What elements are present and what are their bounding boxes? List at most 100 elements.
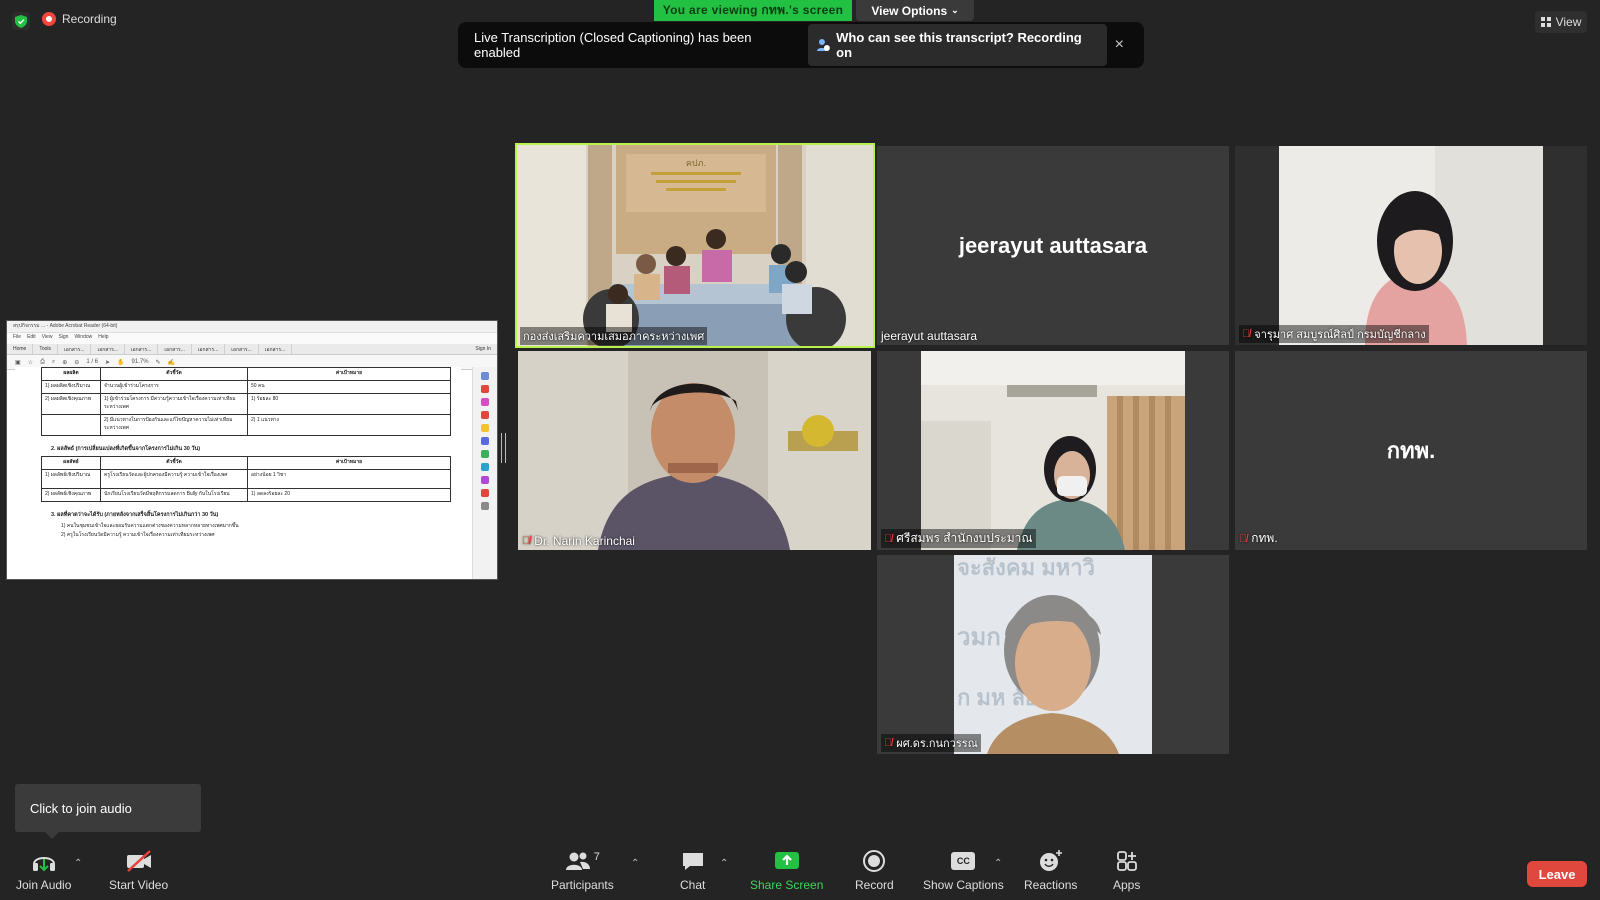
video-tile-narin[interactable]: 🎙̸ Dr. Narin Karinchai [518,351,871,550]
doc-menu-item[interactable]: Window [74,334,92,343]
participant-name-label: 🎙̸ Dr. Narin Karinchai [522,534,635,548]
record-icon [862,848,886,874]
transcript-visibility-link[interactable]: Who can see this transcript? Recording o… [808,24,1107,66]
video-tile-jeerayut[interactable]: jeerayut auttasara jeerayut auttasara [877,146,1229,345]
hand-icon[interactable]: ✋ [117,359,124,366]
participant-video [877,351,1229,550]
sign-icon[interactable]: ✍ [168,359,175,366]
show-captions-label: Show Captions [923,878,1004,892]
doc-menu-item[interactable]: Sign [58,334,68,343]
page-up-icon[interactable]: ⊕ [62,359,67,366]
leave-button[interactable]: Leave [1527,861,1587,887]
start-video-button[interactable]: Start Video [109,848,168,892]
doc-tab[interactable]: เอกสาร... [192,344,226,354]
page-down-icon[interactable]: ⊖ [74,359,79,366]
table-cell: จำนวนผู้เข้าร่วมโครงการ [100,380,248,394]
table-cell: 2) 1 แนวทาง [247,414,451,436]
doc-menu-item[interactable]: Edit [27,334,36,343]
participants-button[interactable]: 7 Participants [551,848,614,892]
doc-tab[interactable]: เอกสาร... [225,344,259,354]
participants-caret-icon[interactable]: ⌃ [631,858,639,869]
doc-tab-bar: Home Tools เอกสาร... เอกสาร... เอกสาร...… [7,344,497,355]
doc-menu-item[interactable]: File [13,334,21,343]
doc-tab[interactable]: เอกสาร... [125,344,159,354]
doc-tab[interactable]: Tools [33,344,59,354]
grid-icon [1540,17,1551,27]
record-button[interactable]: Record [855,848,894,892]
doc-menu-bar: File Edit View Sign Window Help [7,333,497,344]
video-tile-srisomporn[interactable]: 🎙̸ ศรีสมพร สำนักงบประมาณ [877,351,1229,550]
share-screen-button[interactable]: Share Screen [750,848,823,892]
doc-tab-sign-in[interactable]: Sign In [469,344,497,354]
audio-options-caret-icon[interactable]: ⌃ [74,858,82,869]
protect-icon[interactable] [481,489,489,497]
doc-menu-item[interactable]: Help [98,334,108,343]
doc-tab[interactable]: Home [7,344,34,354]
doc-tab[interactable]: เอกสาร... [58,344,92,354]
organize-icon[interactable] [481,450,489,458]
headphones-icon [31,848,57,874]
close-icon[interactable]: × [1107,36,1132,54]
combine-icon[interactable] [481,437,489,445]
doc-page: ผลผลิต ตัวชี้วัด ค่าเป้าหมาย 1) ผลผลิตเช… [15,367,461,579]
table-row: 1) ผลลัพธ์เชิงปริมาณ ครูโรงเรียนวัดและผู… [41,469,451,489]
edit-pdf-icon[interactable] [481,398,489,406]
output-table: ผลผลิต ตัวชี้วัด ค่าเป้าหมาย 1) ผลผลิตเช… [41,367,451,436]
save-icon[interactable]: ▣ [15,359,21,366]
video-tile-kanokwan[interactable]: จะสังคม มหาวิ วมก ก มห ลัย 🎙̸ ผศ.ดร.กนกว… [877,555,1229,754]
show-captions-button[interactable]: CC Show Captions [923,848,1004,892]
join-audio-tooltip: Click to join audio [15,784,201,839]
table-cell: 1) ผลลัพธ์เชิงปริมาณ [41,469,101,489]
view-layout-button[interactable]: View [1535,11,1587,33]
page-indicator[interactable]: 1 / 6 [86,359,98,365]
doc-menu-item[interactable]: View [42,334,53,343]
participant-name-label: 🎙̸ ศรีสมพร สำนักงบประมาณ [881,529,1036,548]
table-header-cell: ตัวชี้วัด [100,456,248,470]
join-audio-label: Join Audio [16,878,72,892]
zoom-search-icon[interactable]: ⌕ [52,359,55,366]
create-pdf-icon[interactable] [481,411,489,419]
apps-button[interactable]: Apps [1113,848,1140,892]
captions-caret-icon[interactable]: ⌃ [994,858,1002,869]
more-tools-icon[interactable] [481,502,489,510]
print-icon[interactable]: ⎙ [40,359,45,366]
zoom-level[interactable]: 91.7% [132,359,149,365]
export-pdf-icon[interactable] [481,385,489,393]
chat-caret-icon[interactable]: ⌃ [720,858,728,869]
comment-icon[interactable]: ✎ [156,359,161,366]
shared-screen[interactable]: สรุปกิจกรรม ... - Adobe Acrobat Reader (… [6,320,498,580]
tooltip-text: Click to join audio [30,800,132,816]
doc-tab[interactable]: เอกสาร... [91,344,125,354]
video-tile-meeting-room[interactable]: คปภ. กองส่งเสริมความเสมอภาคระหว่างเพศ [515,143,875,348]
mic-muted-icon: 🎙̸ [884,532,893,545]
background-sign-text: จะสังคม มหาวิ [957,555,1095,580]
reactions-button[interactable]: Reactions [1024,848,1077,892]
fill-sign-icon[interactable] [481,476,489,484]
participants-count: 7 [593,851,600,863]
table-header-cell: ผลผลิต [41,367,101,381]
recording-indicator[interactable]: Recording [42,12,117,26]
video-tile-ktp[interactable]: กทพ. 🎙̸ กทพ. [1235,351,1587,550]
doc-tab[interactable]: เอกสาร... [259,344,293,354]
table-cell: 2) ผลผลิตเชิงคุณภาพ [41,393,101,415]
doc-tab[interactable]: เอกสาร... [158,344,192,354]
scan-icon[interactable] [481,463,489,471]
mic-muted-icon: 🎙̸ [884,737,893,749]
encryption-shield-icon[interactable] [12,12,30,30]
cursor-icon[interactable]: ➤ [105,359,110,366]
zoom-icon[interactable] [481,372,489,380]
table-header-cell: ค่าเป้าหมาย [247,367,451,381]
participant-name: กองส่งเสริมความเสมอภาคระหว่างเพศ [523,331,705,343]
doc-section-heading: 2. ผลลัพธ์ (การเปลี่ยนแปลงที่เกิดขึ้นจาก… [51,446,201,452]
join-audio-button[interactable]: Join Audio [16,848,71,892]
chat-button[interactable]: Chat [680,848,705,892]
comment-tool-icon[interactable] [481,424,489,432]
view-options-button[interactable]: View Options ⌄ [856,0,974,21]
reactions-label: Reactions [1024,878,1078,892]
table-header-cell: ตัวชี้วัด [100,367,248,381]
star-icon[interactable]: ☆ [28,359,33,366]
video-tile-jarumas[interactable]: 🎙̸ จารุมาศ สมบูรณ์ศิลป์ กรมบัญชีกลาง [1235,146,1587,345]
share-resize-handle[interactable] [501,433,506,463]
table-cell: 1) ร้อยละ 80 [247,393,451,415]
table-header-cell: ผลลัพธ์ [41,456,101,470]
